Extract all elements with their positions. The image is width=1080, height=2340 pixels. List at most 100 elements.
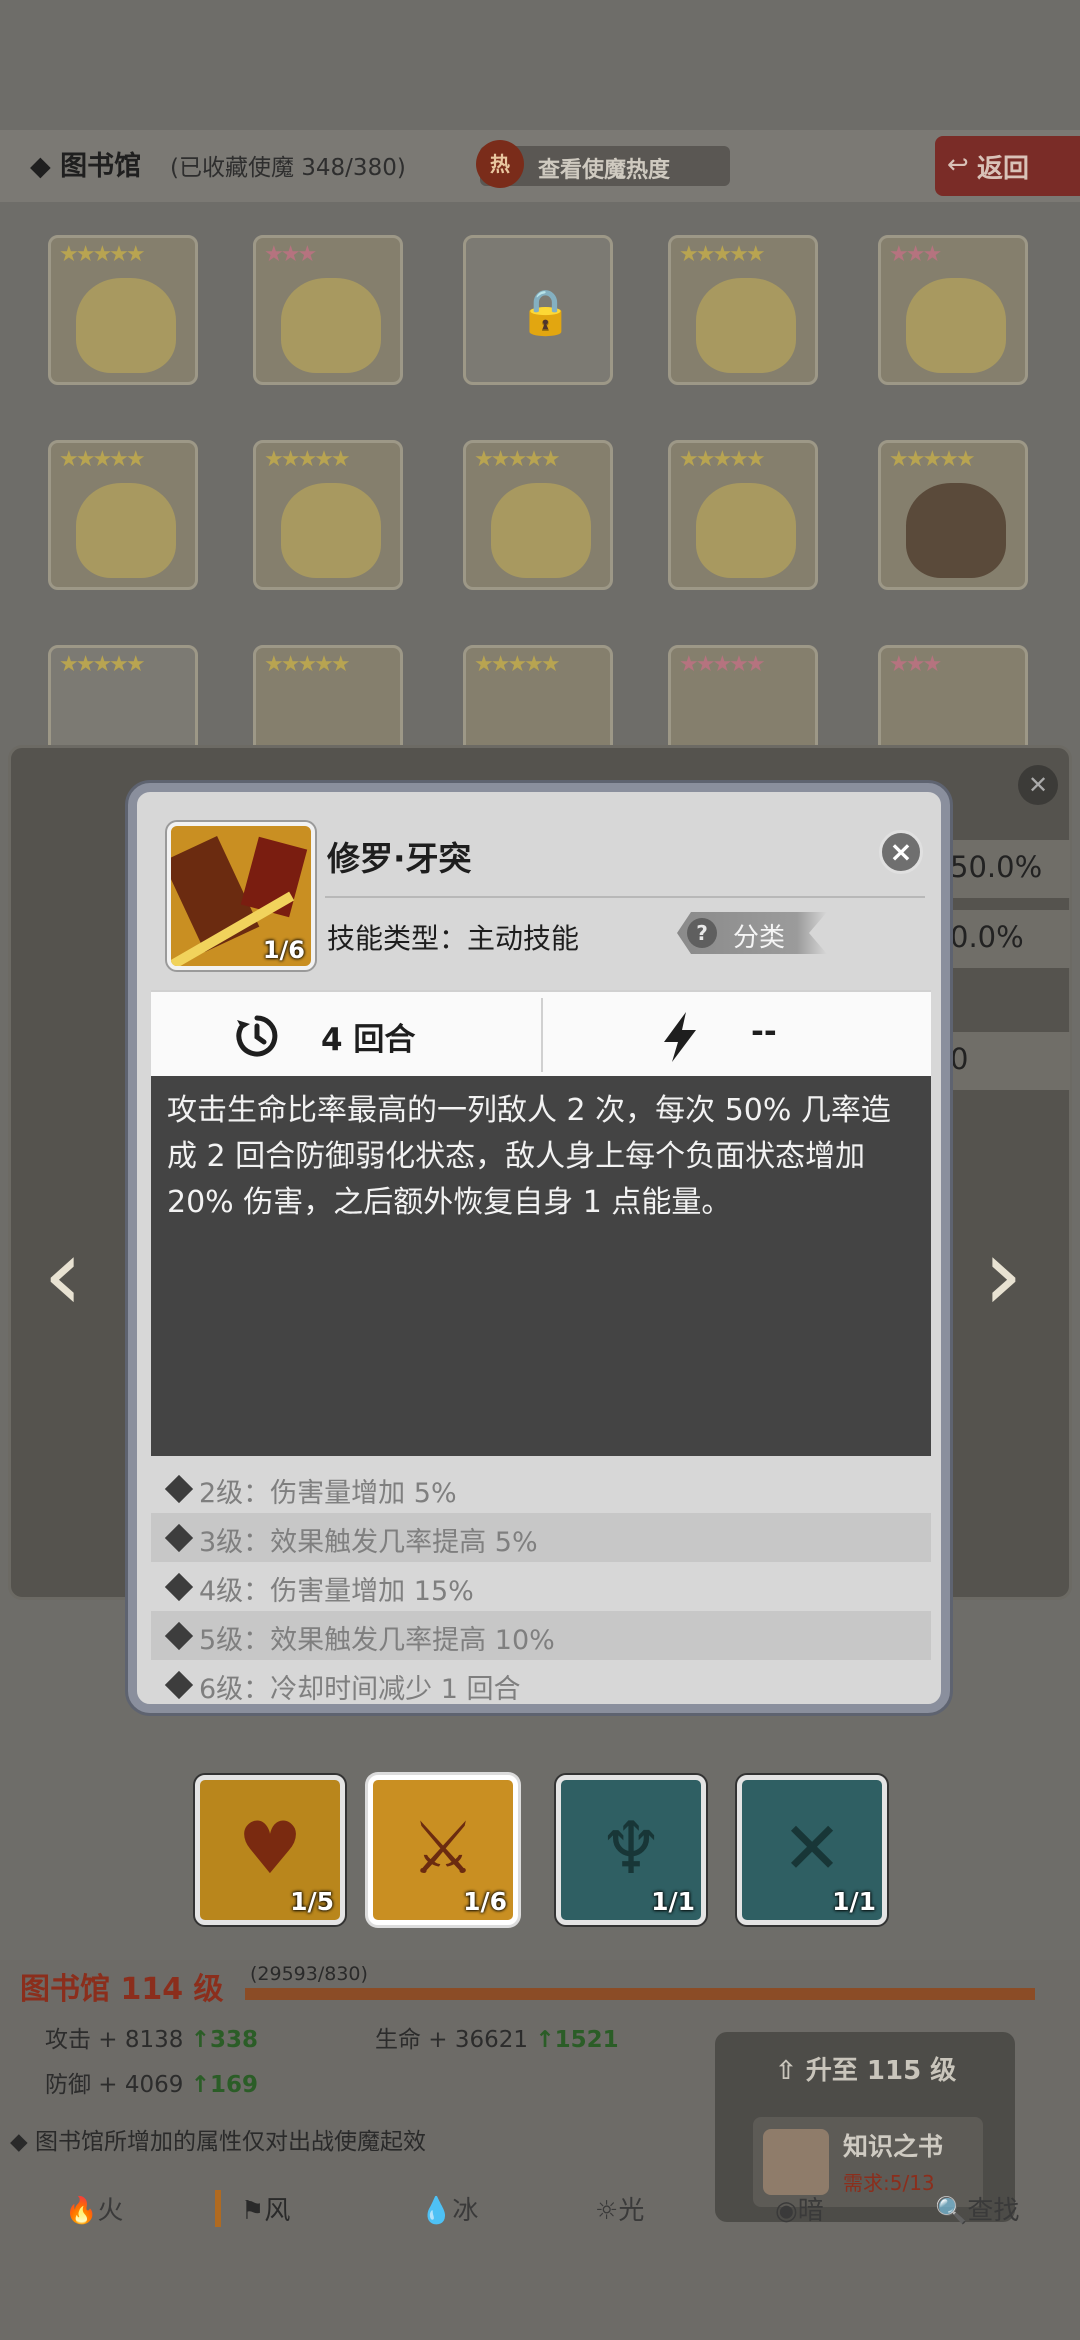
star-rating-icon: ★★★★★	[679, 652, 766, 677]
level-row: 4级：伤害量增加 15%	[151, 1562, 931, 1611]
back-arrow-icon: ↩	[947, 150, 969, 180]
star-rating-icon: ★★★★★	[59, 652, 146, 677]
character-card[interactable]: ★★★★★	[48, 440, 198, 590]
star-rating-icon: ★★★★★	[889, 447, 976, 472]
character-card[interactable]: ★★★	[878, 235, 1028, 385]
star-rating-icon: ★★★★★	[264, 652, 351, 677]
character-card[interactable]: ★★★★★	[878, 440, 1028, 590]
character-portrait	[76, 483, 176, 578]
heart-swords-icon: ♥	[237, 1806, 303, 1890]
character-card[interactable]: ★★★★★	[668, 235, 818, 385]
tab-light[interactable]: ☼光	[595, 2190, 644, 2227]
character-portrait	[906, 483, 1006, 578]
library-exp: (29593/830)	[250, 1963, 368, 1985]
next-arrow-icon[interactable]: ›	[968, 1215, 1038, 1335]
cooldown-value: 4 回合	[321, 1022, 416, 1058]
star-rating-icon: ★★★★★	[59, 447, 146, 472]
level-row: 3级：效果触发几率提高 5%	[151, 1513, 931, 1562]
back-button[interactable]: ↩ 返回	[935, 136, 1080, 196]
tab-search-label: 查找	[967, 2196, 1020, 2226]
attack-up-value: 338	[210, 2027, 259, 2053]
skill-detail-popup: 1/6 修罗·牙突 × 技能类型：主动技能 ? 分类 4 回合 -- 攻击生命比…	[128, 783, 950, 1713]
energy-value: --	[751, 1014, 777, 1050]
locked-card[interactable]: 🔒	[463, 235, 613, 385]
warrior-icon: ⚔	[410, 1806, 476, 1890]
lock-icon: 🔒	[518, 287, 573, 338]
star-rating-icon: ★★★★★	[679, 447, 766, 472]
tab-wind[interactable]: ⚑风	[215, 2190, 290, 2227]
level-text: 2级：伤害量增加 5%	[199, 1478, 457, 1509]
defense-stat: 防御 + 4069 ↑169	[45, 2065, 258, 2099]
tab-light-label: 光	[618, 2196, 645, 2226]
star-rating-icon: ★★★	[889, 652, 942, 677]
character-card[interactable]: ★★★★★	[463, 440, 613, 590]
skill-slot-1[interactable]: ♥ 1/5	[195, 1775, 345, 1925]
hp-up: ↑1521	[535, 2027, 619, 2053]
character-card[interactable]: ★★★★★	[253, 440, 403, 590]
book-name: 知识之书	[843, 2132, 944, 2161]
back-label: 返回	[977, 154, 1030, 184]
tab-dark[interactable]: ◉暗	[775, 2190, 824, 2227]
diamond-icon	[164, 1523, 194, 1553]
library-footer: 图书馆 114 级 (29593/830) 攻击 + 8138 ↑338 生命 …	[0, 1960, 1080, 2340]
library-title: ◆ 图书馆	[30, 151, 142, 182]
panel-stat-values: 50.0% 0.0% 0	[930, 840, 1070, 1102]
tab-ice-label: 冰	[452, 2196, 479, 2226]
character-card[interactable]: ★★★	[253, 235, 403, 385]
skill-icon-count: 1/6	[262, 936, 305, 964]
library-level: 图书馆 114 级	[20, 1972, 224, 2007]
character-card[interactable]: ★★★★★	[668, 440, 818, 590]
hp-stat: 生命 + 36621 ↑1521	[375, 2020, 619, 2054]
defense-up: ↑169	[190, 2072, 259, 2098]
level-text: 3级：效果触发几率提高 5%	[199, 1527, 538, 1558]
star-rating-icon: ★★★★★	[474, 652, 561, 677]
prev-arrow-icon[interactable]: ‹	[28, 1215, 98, 1335]
library-notice: ◆ 图书馆所增加的属性仅对出战使魔起效	[10, 2129, 426, 2155]
attack-label: 攻击 + 8138	[45, 2027, 184, 2053]
stat-value: 50.0%	[930, 840, 1070, 898]
level-text: 6级：冷却时间减少 1 回合	[199, 1674, 521, 1705]
star-rating-icon: ★★★★★	[264, 447, 351, 472]
skill-level-list: 2级：伤害量增加 5% 3级：效果触发几率提高 5% 4级：伤害量增加 15% …	[151, 1464, 931, 1709]
skill-slot-4[interactable]: ✕ 1/1	[737, 1775, 887, 1925]
library-header: ◆ 图书馆 (已收藏使魔 348/380) 热 查看使魔热度 ↩ 返回	[0, 130, 1080, 202]
tab-ice[interactable]: 💧冰	[420, 2190, 478, 2227]
tab-search[interactable]: 🔍查找	[935, 2190, 1019, 2227]
panel-close-icon[interactable]: ✕	[1018, 765, 1058, 805]
skill-icon: 1/6	[167, 822, 315, 970]
star-rating-icon: ★★★★★	[679, 242, 766, 267]
level-text: 5级：效果触发几率提高 10%	[199, 1625, 555, 1656]
star-rating-icon: ★★★★★	[59, 242, 146, 267]
category-label: 分类	[733, 923, 786, 953]
notice-text: 图书馆所增加的属性仅对出战使魔起效	[35, 2129, 426, 2155]
skill-type: 技能类型：主动技能	[327, 922, 580, 955]
hp-label: 生命 + 36621	[375, 2027, 529, 2053]
tab-fire-label: 火	[97, 2196, 124, 2226]
upgrade-label-text: 升至 115 级	[805, 2056, 957, 2086]
star-rating-icon: ★★★	[889, 242, 942, 267]
collection-count: (已收藏使魔 348/380)	[170, 155, 406, 181]
tab-fire[interactable]: 🔥火	[65, 2190, 123, 2227]
character-portrait	[76, 278, 176, 373]
skill-slot-count: 1/1	[651, 1887, 695, 1916]
character-card[interactable]: ★★★★★	[48, 235, 198, 385]
close-icon[interactable]: ×	[879, 830, 923, 874]
tab-wind-label: 风	[264, 2196, 291, 2226]
tab-dark-label: 暗	[797, 2196, 824, 2226]
attack-stat: 攻击 + 8138 ↑338	[45, 2020, 258, 2054]
skill-slot-3[interactable]: ♆ 1/1	[556, 1775, 706, 1925]
view-popularity-button[interactable]: 热 查看使魔热度	[476, 140, 730, 188]
character-portrait	[906, 278, 1006, 373]
category-button[interactable]: ? 分类	[677, 912, 827, 954]
view-popularity-label: 查看使魔热度	[538, 158, 671, 183]
divider	[325, 896, 925, 898]
character-portrait	[281, 483, 381, 578]
skill-slot-count: 1/6	[463, 1887, 507, 1916]
level-text: 4级：伤害量增加 15%	[199, 1576, 474, 1607]
stat-value: 0.0%	[930, 910, 1070, 968]
upgrade-label: ⇧ 升至 115 级	[775, 2056, 957, 2086]
diamond-icon	[164, 1621, 194, 1651]
skill-slot-2[interactable]: ⚔ 1/6	[368, 1775, 518, 1925]
star-rating-icon: ★★★★★	[474, 447, 561, 472]
